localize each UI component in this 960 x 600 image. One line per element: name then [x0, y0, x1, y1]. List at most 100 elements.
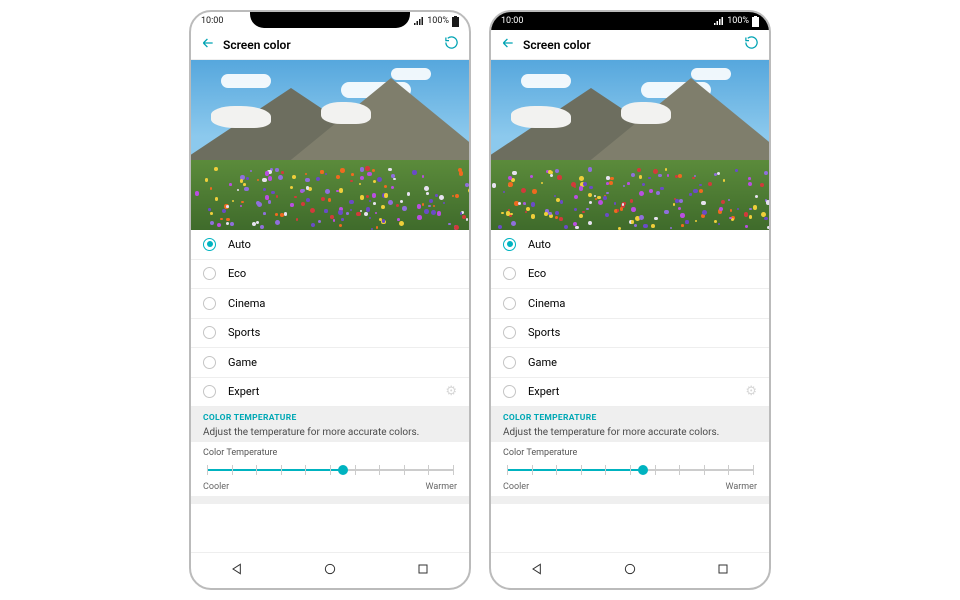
radio-icon	[203, 297, 216, 310]
mode-option-expert[interactable]: Expert ⚙	[491, 378, 769, 408]
battery-icon	[452, 16, 459, 27]
back-button[interactable]	[501, 36, 515, 54]
square-outline-icon	[715, 561, 731, 577]
back-button[interactable]	[201, 36, 215, 54]
cooler-label: Cooler	[203, 482, 229, 492]
battery-text: 100%	[427, 16, 449, 26]
circle-outline-icon	[322, 561, 338, 577]
mode-option-auto[interactable]: Auto	[491, 230, 769, 260]
temperature-section-header: COLOR TEMPERATURE Adjust the temperature…	[191, 407, 469, 442]
page-title: Screen color	[223, 38, 444, 52]
cooler-label: Cooler	[503, 482, 529, 492]
section-divider	[491, 496, 769, 504]
radio-icon	[503, 385, 516, 398]
section-divider	[191, 496, 469, 504]
battery-text: 100%	[727, 16, 749, 26]
mode-option-sports[interactable]: Sports	[491, 319, 769, 349]
signal-icon	[414, 17, 424, 26]
rotate-ccw-icon	[744, 35, 759, 50]
color-mode-list: Auto Eco Cinema Sports Game Expert ⚙	[491, 230, 769, 407]
slider-fill	[507, 469, 647, 471]
mode-label: Cinema	[228, 297, 265, 310]
warmer-label: Warmer	[726, 482, 758, 492]
slider-fill	[207, 469, 347, 471]
nav-recent-button[interactable]	[715, 561, 731, 581]
mode-option-sports[interactable]: Sports	[191, 319, 469, 349]
temperature-slider-box: Color Temperature	[491, 442, 769, 482]
mode-label: Sports	[228, 326, 260, 339]
radio-icon	[503, 297, 516, 310]
mode-label: Eco	[528, 267, 546, 280]
radio-icon	[203, 238, 216, 251]
temperature-end-labels: Cooler Warmer	[191, 482, 469, 496]
mode-label: Cinema	[528, 297, 565, 310]
navigation-bar	[491, 552, 769, 588]
temperature-slider-label: Color Temperature	[203, 448, 457, 458]
radio-icon	[503, 356, 516, 369]
radio-icon	[203, 326, 216, 339]
mode-label: Expert	[228, 385, 259, 398]
phone-fullbar: 10:00 100% Screen color Auto Eco Cinema Spo…	[489, 10, 771, 590]
temperature-slider[interactable]	[503, 462, 757, 478]
nav-home-button[interactable]	[322, 561, 338, 581]
radio-icon	[503, 238, 516, 251]
app-header: Screen color	[491, 30, 769, 60]
page-title: Screen color	[523, 38, 744, 52]
mode-option-cinema[interactable]: Cinema	[191, 289, 469, 319]
radio-icon	[203, 267, 216, 280]
triangle-outline-icon	[529, 561, 545, 577]
battery-icon	[752, 16, 759, 27]
temperature-section-header: COLOR TEMPERATURE Adjust the temperature…	[491, 407, 769, 442]
mode-option-eco[interactable]: Eco	[191, 260, 469, 290]
status-bar: 10:00 100%	[491, 12, 769, 30]
radio-icon	[203, 385, 216, 398]
phone-notch: 10:00 100% Screen color Auto Eco Cinema Spo…	[189, 10, 471, 590]
signal-icon	[714, 17, 724, 26]
radio-icon	[203, 356, 216, 369]
mode-label: Eco	[228, 267, 246, 280]
arrow-left-icon	[201, 36, 215, 50]
temperature-slider-box: Color Temperature	[191, 442, 469, 482]
navigation-bar	[191, 552, 469, 588]
mode-option-cinema[interactable]: Cinema	[491, 289, 769, 319]
status-time: 10:00	[501, 16, 523, 26]
app-header: Screen color	[191, 30, 469, 60]
temperature-slider-label: Color Temperature	[503, 448, 757, 458]
circle-outline-icon	[622, 561, 638, 577]
mode-option-eco[interactable]: Eco	[491, 260, 769, 290]
mode-label: Sports	[528, 326, 560, 339]
gear-icon[interactable]: ⚙	[445, 384, 457, 399]
nav-back-button[interactable]	[529, 561, 545, 581]
gear-icon[interactable]: ⚙	[745, 384, 757, 399]
slider-thumb[interactable]	[638, 465, 648, 475]
temperature-slider[interactable]	[203, 462, 457, 478]
mode-label: Auto	[228, 238, 251, 251]
mode-option-auto[interactable]: Auto	[191, 230, 469, 260]
mode-option-expert[interactable]: Expert ⚙	[191, 378, 469, 408]
mode-label: Auto	[528, 238, 551, 251]
triangle-outline-icon	[229, 561, 245, 577]
warmer-label: Warmer	[426, 482, 458, 492]
preview-image	[191, 60, 469, 230]
mode-option-game[interactable]: Game	[491, 348, 769, 378]
arrow-left-icon	[501, 36, 515, 50]
temperature-section-title: COLOR TEMPERATURE	[503, 413, 757, 423]
nav-back-button[interactable]	[229, 561, 245, 581]
mode-label: Expert	[528, 385, 559, 398]
nav-home-button[interactable]	[622, 561, 638, 581]
nav-recent-button[interactable]	[415, 561, 431, 581]
mode-label: Game	[528, 356, 557, 369]
radio-icon	[503, 267, 516, 280]
status-bar: 10:00 100%	[191, 12, 469, 30]
temperature-section-desc: Adjust the temperature for more accurate…	[203, 427, 457, 438]
radio-icon	[503, 326, 516, 339]
rotate-ccw-icon	[444, 35, 459, 50]
temperature-end-labels: Cooler Warmer	[491, 482, 769, 496]
reset-button[interactable]	[744, 35, 759, 54]
mode-option-game[interactable]: Game	[191, 348, 469, 378]
status-time: 10:00	[201, 16, 223, 26]
square-outline-icon	[415, 561, 431, 577]
mode-label: Game	[228, 356, 257, 369]
slider-thumb[interactable]	[338, 465, 348, 475]
reset-button[interactable]	[444, 35, 459, 54]
